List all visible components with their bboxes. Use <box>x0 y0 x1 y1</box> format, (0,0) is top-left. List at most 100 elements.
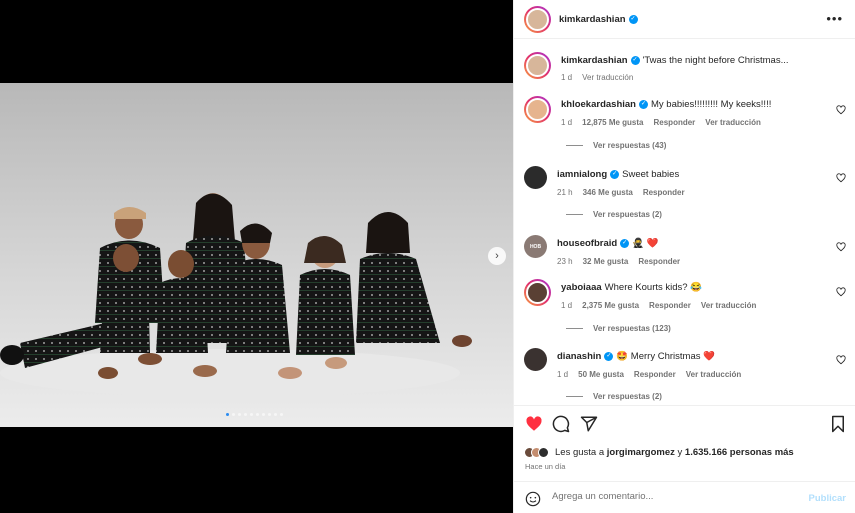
caption-username[interactable]: kimkardashian <box>561 55 628 66</box>
verified-badge-icon: ✓ <box>620 238 630 248</box>
reply-button[interactable]: Responder <box>638 257 680 266</box>
comment-item: dianashin ✓ 🤩 Merry Christmas ❤️ 1 d 50 Me … <box>524 348 854 379</box>
comment-username[interactable]: khloekardashian <box>561 99 636 110</box>
view-replies-label: Ver respuestas (2) <box>593 210 662 219</box>
view-replies-label: Ver respuestas (123) <box>593 324 671 333</box>
comment-likes[interactable]: 12,875 Me gusta <box>582 118 643 127</box>
comment-icon[interactable] <box>552 415 570 433</box>
carousel-dot <box>226 413 229 416</box>
heart-outline-icon[interactable] <box>836 173 846 183</box>
family-photo-illustration <box>0 193 472 397</box>
comment-time[interactable]: 1 d <box>557 370 568 379</box>
post-actions: Les gusta a jorgimargomez y 1.635.166 pe… <box>514 405 855 513</box>
comment-input[interactable] <box>552 491 792 502</box>
likes-summary[interactable]: Les gusta a jorgimargomez y 1.635.166 pe… <box>524 447 794 458</box>
translate-link[interactable]: Ver traducción <box>705 118 761 127</box>
reply-button[interactable]: Responder <box>654 118 696 127</box>
likes-prefix: Les gusta a <box>555 447 605 458</box>
avatar-ring[interactable] <box>524 5 551 33</box>
comment-likes[interactable]: 32 Me gusta <box>583 257 629 266</box>
instagram-post-view: › kimkardashian ✓ ••• kimkardashian ✓ 'T… <box>0 0 855 513</box>
chevron-right-icon: › <box>495 249 499 262</box>
comment-username[interactable]: houseofbraid <box>557 238 617 249</box>
verified-badge-icon: ✓ <box>628 14 638 24</box>
emoji-icon[interactable] <box>525 491 541 507</box>
avatar[interactable]: HOB <box>524 235 547 258</box>
carousel-dot <box>238 413 241 416</box>
caption-time[interactable]: 1 d <box>561 73 572 82</box>
replies-divider <box>566 396 583 397</box>
verified-badge-icon: ✓ <box>610 169 620 179</box>
comment-text: My babies!!!!!!!!! My keeks!!!! <box>650 99 772 110</box>
post-time[interactable]: Hace un día <box>525 462 565 471</box>
comment-username[interactable]: iamnialong <box>557 169 607 180</box>
replies-divider <box>566 328 583 329</box>
verified-badge-icon: ✓ <box>630 55 640 65</box>
header-username[interactable]: kimkardashian <box>559 14 626 25</box>
comment-likes[interactable]: 50 Me gusta <box>578 370 624 379</box>
liker-avatar <box>538 447 549 458</box>
likes-connector: y <box>677 447 683 458</box>
carousel-dots <box>226 413 283 416</box>
translate-link[interactable]: Ver traducción <box>701 301 757 310</box>
comment-item: iamnialong ✓ Sweet babies 21 h 346 Me gusta… <box>524 166 854 197</box>
comment-time[interactable]: 23 h <box>557 257 573 266</box>
view-replies-button[interactable]: Ver respuestas (2) <box>566 210 662 219</box>
replies-divider <box>566 145 583 146</box>
view-replies-button[interactable]: Ver respuestas (123) <box>566 324 671 333</box>
avatar-ring[interactable] <box>524 279 551 306</box>
caption-text: 'Twas the night before Christmas... <box>642 55 789 66</box>
reply-button[interactable]: Responder <box>634 370 676 379</box>
avatar <box>526 54 549 77</box>
avatar[interactable] <box>524 166 547 189</box>
carousel-dot <box>280 413 283 416</box>
comment-item: yaboiaaa Where Kourts kids? 😂 1 d 2,375 Me… <box>524 279 854 310</box>
comment-text: Sweet babies <box>622 169 680 180</box>
post-media: › <box>0 0 513 513</box>
reply-button[interactable]: Responder <box>643 188 685 197</box>
comment-text: Where Kourts kids? 😂 <box>604 282 703 293</box>
replies-divider <box>566 214 583 215</box>
heart-outline-icon[interactable] <box>836 242 846 252</box>
comment-time[interactable]: 1 d <box>561 301 572 310</box>
avatar[interactable] <box>524 348 547 371</box>
avatar-ring[interactable] <box>524 96 551 123</box>
heart-filled-icon[interactable] <box>525 415 543 433</box>
comment-item: khloekardashian ✓ My babies!!!!!!!!! My ke… <box>524 96 854 127</box>
view-replies-label: Ver respuestas (43) <box>593 141 667 150</box>
comment-username[interactable]: yaboiaaa <box>561 282 602 293</box>
carousel-dot <box>262 413 265 416</box>
heart-outline-icon[interactable] <box>836 355 846 365</box>
carousel-dot <box>274 413 277 416</box>
avatar <box>526 281 549 304</box>
verified-badge-icon: ✓ <box>604 351 614 361</box>
comment-likes[interactable]: 2,375 Me gusta <box>582 301 639 310</box>
publish-button[interactable]: Publicar <box>809 493 847 504</box>
heart-outline-icon[interactable] <box>836 105 846 115</box>
reply-button[interactable]: Responder <box>649 301 691 310</box>
carousel-dot <box>256 413 259 416</box>
heart-outline-icon[interactable] <box>836 287 846 297</box>
carousel-dot <box>250 413 253 416</box>
translate-link[interactable]: Ver traducción <box>582 73 633 82</box>
comment-time[interactable]: 1 d <box>561 118 572 127</box>
comment-likes[interactable]: 346 Me gusta <box>583 188 633 197</box>
avatar-ring[interactable] <box>524 52 551 79</box>
view-replies-button[interactable]: Ver respuestas (2) <box>566 392 662 401</box>
comment-time[interactable]: 21 h <box>557 188 573 197</box>
likes-count-link[interactable]: 1.635.166 personas más <box>685 447 794 458</box>
carousel-dot <box>268 413 271 416</box>
post-panel: kimkardashian ✓ ••• kimkardashian ✓ 'Twas … <box>513 0 855 513</box>
bookmark-icon[interactable] <box>829 415 847 433</box>
translate-link[interactable]: Ver traducción <box>686 370 742 379</box>
share-icon[interactable] <box>580 415 598 433</box>
view-replies-button[interactable]: Ver respuestas (43) <box>566 141 666 150</box>
post-photo[interactable] <box>0 83 513 427</box>
comment-username[interactable]: dianashin <box>557 351 601 362</box>
carousel-dot <box>232 413 235 416</box>
verified-badge-icon: ✓ <box>638 99 648 109</box>
post-header: kimkardashian ✓ ••• <box>514 0 855 39</box>
next-photo-button[interactable]: › <box>488 247 506 265</box>
likes-user-link[interactable]: jorgimargomez <box>607 447 675 458</box>
more-horizontal-icon[interactable]: ••• <box>826 11 843 26</box>
